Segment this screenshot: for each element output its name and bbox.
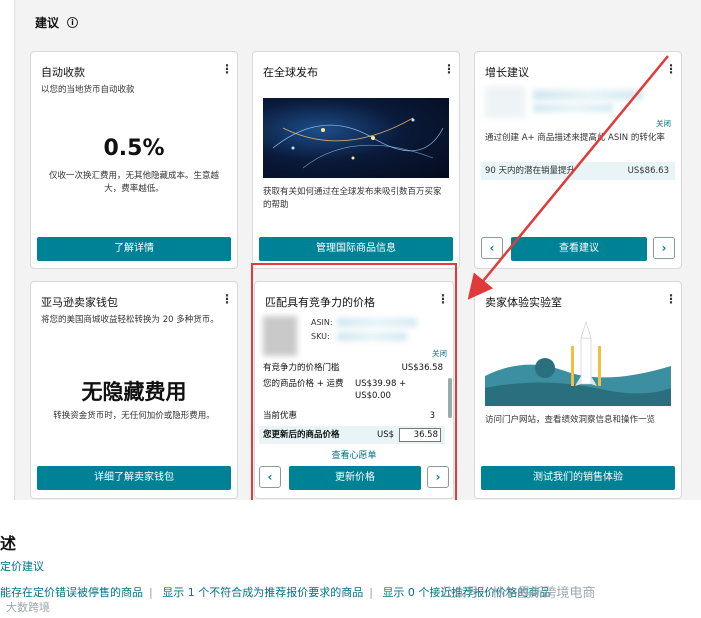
dismiss-link[interactable]: 关闭: [656, 118, 671, 129]
learn-wallet-button[interactable]: 详细了解卖家钱包: [37, 466, 231, 490]
panel-title: 建议 i: [35, 14, 79, 31]
more-options-icon[interactable]: ⋮: [443, 62, 455, 76]
prev-button[interactable]: ‹: [481, 237, 503, 259]
card-seller-lab: 卖家体验实验室 ⋮ 访问门户网站，查看绩效洞察信息和操作一览 测试我们的销售体验: [474, 281, 682, 499]
rocket-illustration: [485, 316, 671, 406]
card-wallet: 亚马逊卖家钱包 ⋮ 将您的美国商城收益轻松转换为 20 多种货币。 无隐藏费用 …: [30, 281, 238, 499]
potential-label: 90 天内的潜在销量提升: [485, 166, 576, 176]
more-options-icon[interactable]: ⋮: [221, 292, 233, 306]
watermark: 公众号 · 林尔墨斯跨境电商: [440, 586, 596, 601]
more-options-icon[interactable]: ⋮: [665, 292, 677, 306]
card-desc: 通过创建 A+ 商品描述来提高此 ASIN 的转化率: [485, 133, 665, 143]
link-not-eligible[interactable]: 显示 1 个不符合成为推荐报价要求的商品: [162, 586, 363, 599]
more-options-icon[interactable]: ⋮: [665, 62, 677, 76]
card-desc: 访问门户网站，查看绩效洞察信息和操作一览: [485, 415, 656, 425]
card-title: 卖家体验实验室: [485, 296, 562, 309]
card-desc: 将您的美国商城收益轻松转换为 20 多种货币。: [41, 315, 219, 325]
next-button[interactable]: ›: [653, 237, 675, 259]
card-desc: 获取有关如何通过在全球发布来吸引数百万买家的帮助: [263, 187, 442, 210]
card-desc: 仅收一次换汇费用，无其他隐藏成本。生意越大，费率越低。: [48, 171, 219, 194]
big-value: 0.5%: [103, 136, 165, 161]
card-subtitle: 以您的当地货币自动收款: [41, 85, 135, 95]
manage-international-button[interactable]: 管理国际商品信息: [259, 237, 453, 261]
product-asin-blurred: [533, 104, 613, 112]
link-error-items[interactable]: 能存在定价错误被停售的商品: [0, 586, 143, 599]
section-title: 述: [0, 534, 17, 553]
world-map-image: [263, 98, 449, 178]
card-sub: 转换资金货币时，无任何加价或隐形费用。: [53, 411, 215, 421]
product-title-blurred: [533, 90, 643, 100]
panel-title-text: 建议: [35, 16, 60, 30]
card-auto-collect: 自动收款 ⋮ 以您的当地货币自动收款 0.5% 仅收一次换汇费用，无其他隐藏成本…: [30, 51, 238, 269]
bottom-section: 述 定价建议 能存在定价错误被停售的商品 | 显示 1 个不符合成为推荐报价要求的…: [0, 500, 701, 618]
view-suggestion-button[interactable]: 查看建议: [511, 237, 647, 261]
card-title: 亚马逊卖家钱包: [41, 296, 118, 309]
info-icon[interactable]: i: [67, 17, 79, 28]
test-selling-button[interactable]: 测试我们的销售体验: [481, 466, 675, 490]
card-global: 在全球发布 ⋮ 获取有关如何通过在全球发布来吸引数百万买家的帮助 管理国际商品信…: [252, 51, 460, 269]
potential-value: US$86.63: [627, 166, 669, 176]
rocket-graphic: [485, 320, 671, 406]
card-title: 在全球发布: [263, 66, 318, 79]
more-options-icon[interactable]: ⋮: [221, 62, 233, 76]
card-title: 自动收款: [41, 66, 85, 79]
section-subtitle[interactable]: 定价建议: [0, 558, 44, 574]
network-graphic: [272, 117, 444, 169]
potential-row: 90 天内的潜在销量提升 US$86.63: [481, 162, 675, 180]
highlight-box: [251, 263, 457, 502]
product-thumbnail: [485, 86, 525, 118]
learn-more-button[interactable]: 了解详情: [37, 237, 231, 261]
watermark-logo: 大数跨境: [6, 601, 50, 614]
card-title: 增长建议: [485, 66, 529, 79]
big-value: 无隐藏费用: [81, 380, 187, 404]
card-growth: 增长建议 ⋮ 关闭 通过创建 A+ 商品描述来提高此 ASIN 的转化率 90 …: [474, 51, 682, 269]
